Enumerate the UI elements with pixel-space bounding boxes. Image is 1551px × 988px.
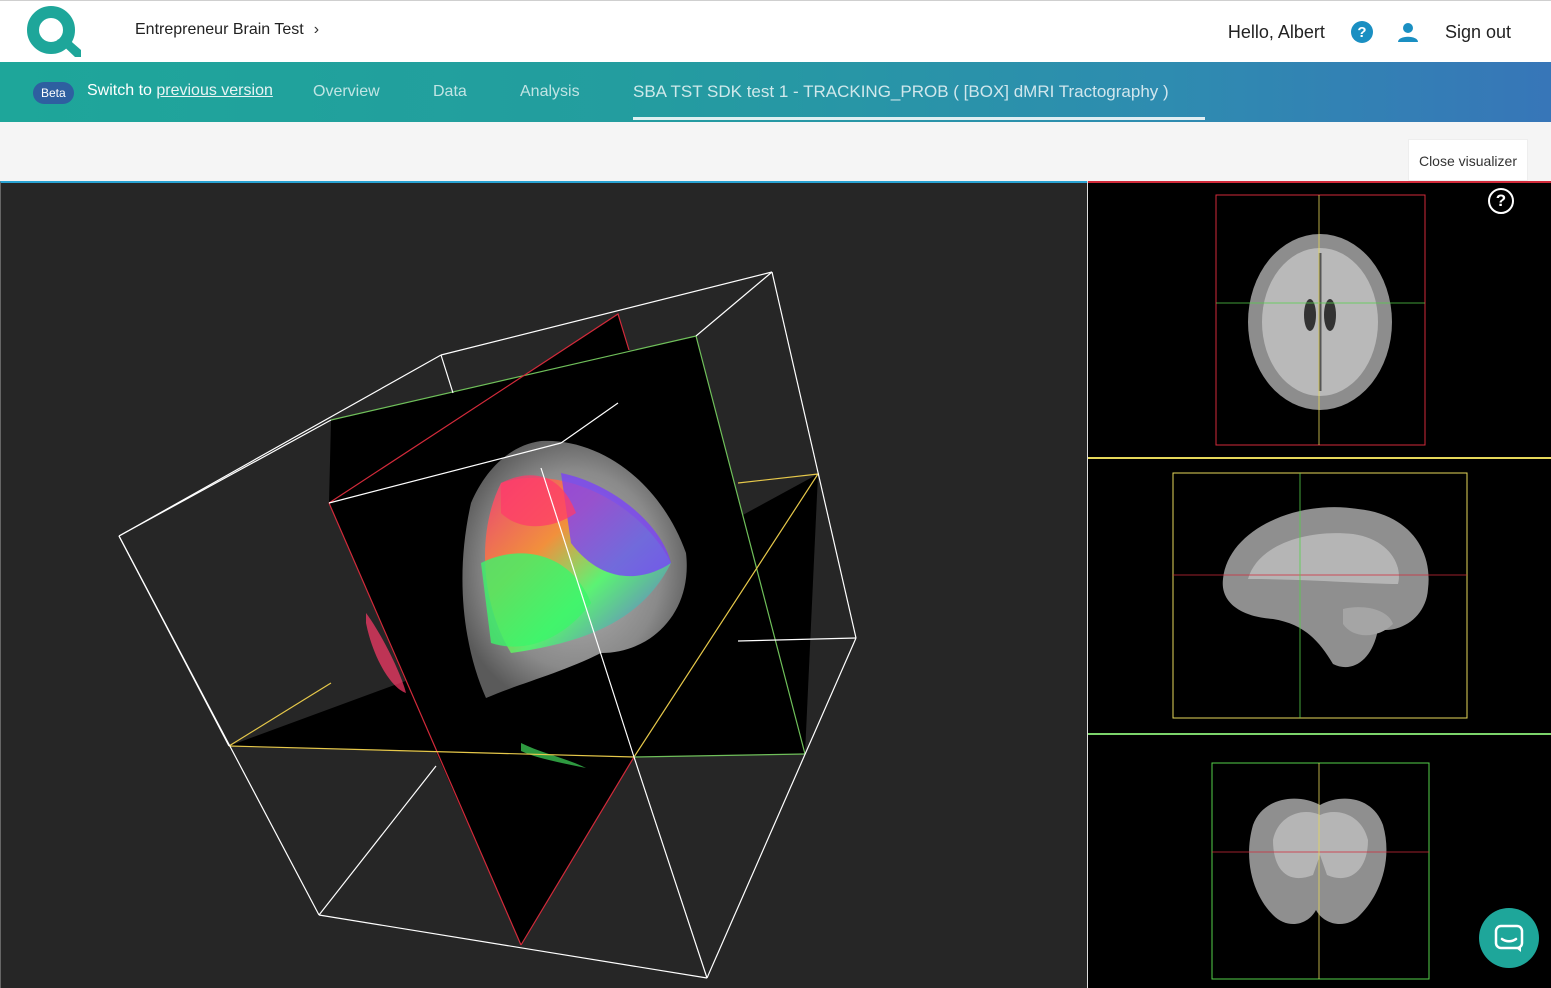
tab-analysis[interactable]: Analysis — [520, 83, 580, 101]
project-name[interactable]: Entrepreneur Brain Test — [135, 21, 304, 39]
nav-bar: Beta Switch to previous version Overview… — [0, 62, 1551, 122]
tab-data[interactable]: Data — [433, 83, 467, 101]
active-tab-indicator — [633, 117, 1205, 120]
top-header: Entrepreneur Brain Test › Hello, Albert … — [0, 0, 1551, 62]
3d-scene[interactable] — [1, 183, 1087, 988]
close-visualizer-button[interactable]: Close visualizer — [1407, 139, 1528, 181]
sagittal-brain-slice — [1222, 507, 1429, 668]
tab-visualizer[interactable]: SBA TST SDK test 1 - TRACKING_PROB ( [BO… — [633, 82, 1169, 102]
beta-badge: Beta — [33, 82, 74, 104]
user-area: Hello, Albert ? Sign out — [1228, 21, 1511, 43]
switch-version: Switch to previous version — [87, 82, 273, 100]
greeting: Hello, Albert — [1227, 21, 1325, 42]
chat-icon — [1494, 924, 1524, 952]
logo-icon[interactable] — [25, 6, 81, 58]
slice-panels: ? — [1087, 181, 1551, 988]
3d-view[interactable] — [0, 181, 1087, 988]
sign-out-link[interactable]: Sign out — [1445, 22, 1511, 43]
breadcrumb[interactable]: Entrepreneur Brain Test › — [135, 21, 319, 39]
tab-overview[interactable]: Overview — [313, 83, 380, 101]
visualizer-toolbar: Close visualizer — [0, 122, 1551, 182]
switch-prefix: Switch to — [87, 82, 157, 99]
sagittal-view[interactable] — [1088, 457, 1551, 733]
chat-launcher-button[interactable] — [1479, 908, 1539, 968]
question-icon[interactable]: ? — [1488, 188, 1514, 214]
chevron-right-icon: › — [313, 21, 320, 38]
axial-view[interactable]: ? — [1088, 181, 1551, 457]
previous-version-link[interactable]: previous version — [156, 82, 273, 99]
user-icon[interactable] — [1397, 21, 1419, 43]
help-icon[interactable]: ? — [1350, 21, 1373, 43]
